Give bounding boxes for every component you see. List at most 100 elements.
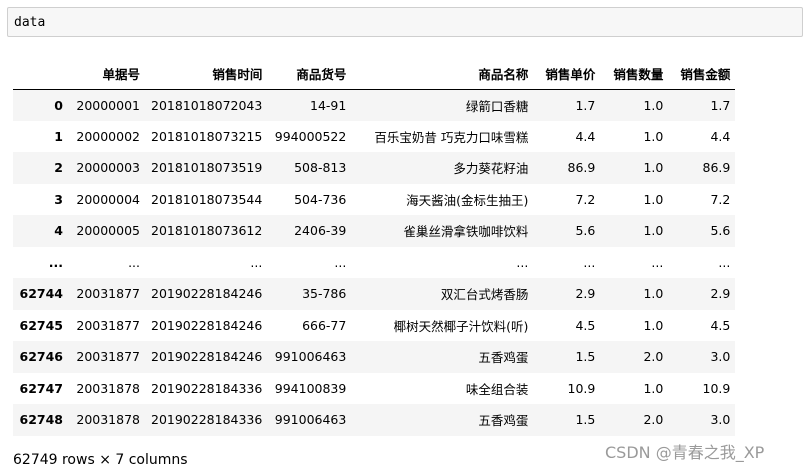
cell-product-code: ... [334,254,347,270]
cell-quantity: 1.0 [643,97,664,113]
cell-unit-price: 10.9 [567,380,596,396]
cell-product-code: 991006463 [274,349,347,365]
row-index: 2 [54,160,63,176]
cell-sale-time: 20190228184246 [151,317,263,333]
cell-sale-time: 20190228184246 [151,286,263,302]
cell-sale-time: ... [250,254,263,270]
table-row: 2 20000003 20181018073519 508-813 多力葵花籽油… [13,152,736,184]
row-index: 62746 [19,349,64,365]
column-header-unit-price: 销售单价 [533,59,601,90]
cell-quantity: 1.0 [643,128,664,144]
table-row: 62747 20031878 20190228184336 994100839 … [13,372,736,404]
cell-product-code: 994100839 [274,380,347,396]
cell-product-name: 多力葵花籽油 [453,161,529,177]
cell-quantity: 1.0 [643,286,664,302]
dataframe-shape-info: 62749 rows × 7 columns [13,452,188,468]
cell-unit-price: 1.5 [575,412,596,428]
cell-product-code: 991006463 [274,412,347,428]
cell-quantity: ... [651,254,664,270]
code-text: data [14,15,46,30]
cell-product-name: 五香鸡蛋 [478,413,529,429]
table-row: 62744 20031877 20190228184246 35-786 双汇台… [13,278,736,310]
cell-product-code: 14-91 [310,97,347,113]
table-header-row: 单据号 销售时间 商品货号 商品名称 销售单价 销售数量 销售金额 [13,59,736,90]
cell-document-no: ... [128,254,140,270]
cell-product-name: 双汇台式烤香肠 [440,287,529,303]
cell-sale-time: 20181018073215 [151,128,263,144]
table-row: 62746 20031877 20190228184246 991006463 … [13,341,736,373]
cell-amount: 3.0 [710,349,731,365]
cell-product-name: 味全组合装 [465,381,529,397]
cell-unit-price: 5.6 [575,223,596,239]
cell-amount: 86.9 [702,160,731,176]
cell-product-name: 绿箭口香糖 [465,98,529,114]
column-header-quantity: 销售数量 [600,59,669,90]
csdn-watermark: CSDN @青春之我_XP [605,443,765,462]
index-header [13,59,68,90]
row-index: 1 [54,128,63,144]
cell-quantity: 1.0 [643,317,664,333]
row-index: 3 [54,191,63,207]
cell-sale-time: 20190228184246 [151,349,263,365]
cell-sale-time: 20181018073519 [151,160,263,176]
cell-document-no: 20000001 [76,97,140,113]
cell-sale-time: 20190228184336 [151,412,263,428]
cell-sale-time: 20181018073612 [151,223,263,239]
cell-document-no: 20031877 [76,286,140,302]
cell-unit-price: 1.5 [575,349,596,365]
column-header-product-name: 商品名称 [351,59,534,90]
table-row: 0 20000001 20181018072043 14-91 绿箭口香糖 1.… [13,89,736,121]
dataframe-table: 单据号 销售时间 商品货号 商品名称 销售单价 销售数量 销售金额 0 2000… [13,59,736,436]
cell-amount: 4.4 [710,128,731,144]
cell-product-name: 海天酱油(金标生抽王) [406,192,529,208]
cell-document-no: 20031877 [76,317,140,333]
cell-sale-time: 20181018073544 [151,191,263,207]
table-row: 3 20000004 20181018073544 504-736 海天酱油(金… [13,183,736,215]
cell-amount: 1.7 [710,97,731,113]
table-row: 62748 20031878 20190228184336 991006463 … [13,404,736,436]
cell-quantity: 1.0 [643,160,664,176]
cell-unit-price: ... [583,254,596,270]
cell-document-no: 20000002 [76,128,140,144]
code-input-cell[interactable]: data [7,7,803,37]
table-row: 62745 20031877 20190228184246 666-77 椰树天… [13,309,736,341]
cell-document-no: 20031877 [76,349,140,365]
row-index: 62745 [19,317,64,333]
row-index: 0 [54,97,63,113]
column-header-amount: 销售金额 [668,59,736,90]
table-row: 1 20000002 20181018073215 994000522 百乐宝奶… [13,120,736,152]
cell-amount: 4.5 [710,317,731,333]
cell-sale-time: 20190228184336 [151,380,263,396]
cell-product-code: 508-813 [294,160,347,176]
cell-unit-price: 7.2 [575,191,596,207]
cell-amount: 7.2 [710,191,731,207]
cell-document-no: 20031878 [76,412,140,428]
cell-quantity: 2.0 [643,412,664,428]
cell-document-no: 20000005 [76,223,140,239]
column-header-sale-time: 销售时间 [145,59,268,90]
cell-product-code: 504-736 [294,191,347,207]
cell-product-name: 雀巢丝滑拿铁咖啡饮料 [403,224,529,240]
cell-unit-price: 86.9 [567,160,596,176]
row-index: 4 [54,223,63,239]
cell-amount: ... [718,254,731,270]
cell-quantity: 1.0 [643,191,664,207]
cell-unit-price: 4.5 [575,317,596,333]
cell-document-no: 20000004 [76,191,140,207]
cell-product-code: 35-786 [302,286,347,302]
row-index: 62748 [19,412,64,428]
cell-unit-price: 2.9 [575,286,596,302]
cell-product-code: 994000522 [274,128,347,144]
ellipsis-row: ... ... ... ... ... ... ... ... [13,246,736,278]
column-header-document-no: 单据号 [68,59,145,90]
table-row: 4 20000005 20181018073612 2406-39 雀巢丝滑拿铁… [13,215,736,247]
cell-amount: 3.0 [710,412,731,428]
row-index: 62747 [19,380,64,396]
row-index: ... [48,254,63,270]
cell-amount: 2.9 [710,286,731,302]
cell-sale-time: 20181018072043 [151,97,263,113]
cell-amount: 5.6 [710,223,731,239]
cell-unit-price: 1.7 [575,97,596,113]
cell-product-name: 椰树天然椰子汁饮料(听) [393,318,529,334]
cell-product-name: 五香鸡蛋 [478,350,529,366]
